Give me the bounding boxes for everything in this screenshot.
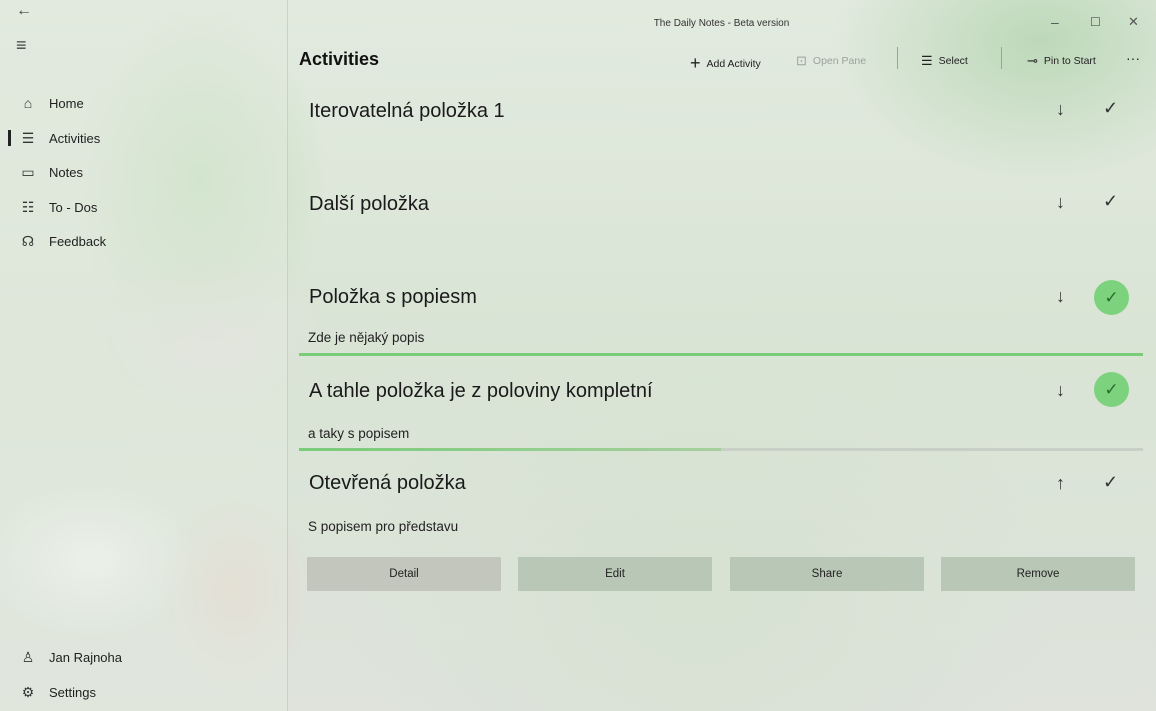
sidebar-item-settings[interactable]: ⚙ Settings <box>0 675 287 709</box>
minimize-button[interactable]: – <box>1051 14 1059 30</box>
expand-arrow-icon[interactable]: ↓ <box>1056 99 1065 120</box>
select-button[interactable]: ☰ Select <box>921 53 968 69</box>
pin-icon: ⊸ <box>1027 53 1038 68</box>
maximize-button[interactable]: ☐ <box>1090 15 1101 29</box>
sidebar-item-label: Settings <box>49 684 96 700</box>
activity-title: Položka s popiesm <box>309 286 477 308</box>
share-button[interactable]: Share <box>730 557 924 591</box>
person-icon: ♙ <box>21 648 35 665</box>
expand-arrow-icon[interactable]: ↓ <box>1056 192 1065 213</box>
activity-description: Zde je nějaký popis <box>308 330 425 345</box>
activity-title: Iterovatelná položka 1 <box>309 100 505 122</box>
add-activity-button[interactable]: + Add Activity <box>690 53 761 74</box>
sidebar-item-label: Feedback <box>49 233 107 249</box>
sidebar-item-label: Notes <box>49 164 83 180</box>
hamburger-menu-icon[interactable]: ≡ <box>16 35 27 56</box>
sidebar-item-home[interactable]: ⌂ Home <box>0 86 287 120</box>
sidebar-item-label: To - Dos <box>49 199 98 215</box>
activity-title: A tahle položka je z poloviny kompletní <box>309 380 653 402</box>
activity-progress-bar <box>299 353 1143 356</box>
complete-check-icon[interactable]: ✓ <box>1103 98 1118 119</box>
complete-check-icon[interactable]: ✓ <box>1103 191 1118 212</box>
sidebar-item-notes[interactable]: ▭ Notes <box>0 155 287 189</box>
multiselect-icon: ☰ <box>921 53 933 68</box>
gear-icon: ⚙ <box>21 683 35 700</box>
pane-icon: ⊡ <box>796 53 807 68</box>
more-options-button[interactable]: ··· <box>1126 50 1140 66</box>
list-item[interactable]: Iterovatelná položka 1 ↓ ✓ <box>299 90 1143 180</box>
completed-check-icon[interactable]: ✓ <box>1094 372 1129 407</box>
sidebar-item-account[interactable]: ♙ Jan Rajnoha <box>0 640 287 674</box>
activity-title: Otevřená položka <box>309 472 466 494</box>
activity-title: Další položka <box>309 193 430 215</box>
page-title: Activities <box>299 49 380 69</box>
feedback-icon: ☊ <box>21 232 35 249</box>
list-item[interactable]: A tahle položka je z poloviny kompletní … <box>299 370 1143 452</box>
plus-icon: + <box>690 53 701 73</box>
pin-to-start-label: Pin to Start <box>1043 55 1096 67</box>
checklist-icon: ☰ <box>21 129 35 146</box>
pin-to-start-button[interactable]: ⊸ Pin to Start <box>1027 53 1096 69</box>
sidebar-item-label: Activities <box>49 130 101 146</box>
sidebar-item-feedback[interactable]: ☊ Feedback <box>0 224 287 258</box>
title-bar: The Daily Notes - Beta version <box>287 0 1156 44</box>
command-separator <box>897 47 898 69</box>
navigation-pane: ← ≡ ⌂ Home ☰ Activities ▭ Notes ☷ To - D… <box>0 0 288 711</box>
command-separator <box>1001 47 1002 69</box>
open-pane-button[interactable]: ⊡ Open Pane <box>796 53 866 69</box>
detail-button[interactable]: Detail <box>307 557 501 591</box>
sidebar-item-label: Jan Rajnoha <box>49 649 122 665</box>
completed-check-icon[interactable]: ✓ <box>1094 280 1129 315</box>
sidebar-item-activities[interactable]: ☰ Activities <box>0 121 287 155</box>
comment-icon: ▭ <box>21 163 35 180</box>
activity-progress-bar <box>299 448 721 451</box>
remove-button[interactable]: Remove <box>941 557 1135 591</box>
list-icon: ☷ <box>21 198 35 215</box>
app-title: The Daily Notes - Beta version <box>653 18 790 29</box>
sidebar-item-label: Home <box>49 95 84 111</box>
complete-check-icon[interactable]: ✓ <box>1103 472 1118 493</box>
activity-description: a taky s popisem <box>308 426 410 441</box>
list-item[interactable]: Další položka ↓ ✓ <box>299 185 1143 275</box>
list-item[interactable]: Položka s popiesm ↓ ✓ Zde je nějaký popi… <box>299 276 1143 358</box>
close-button[interactable]: ✕ <box>1128 14 1139 30</box>
collapse-arrow-icon[interactable]: ↑ <box>1056 473 1065 494</box>
open-pane-label: Open Pane <box>812 55 867 67</box>
expand-arrow-icon[interactable]: ↓ <box>1056 286 1065 307</box>
back-icon[interactable]: ← <box>16 2 32 20</box>
expand-arrow-icon[interactable]: ↓ <box>1056 380 1065 401</box>
activity-description: S popisem pro představu <box>308 519 459 534</box>
add-activity-label: Add Activity <box>706 57 761 70</box>
sidebar-item-todos[interactable]: ☷ To - Dos <box>0 190 287 224</box>
edit-button[interactable]: Edit <box>518 557 712 591</box>
home-icon: ⌂ <box>23 95 33 111</box>
select-label: Select <box>938 55 968 67</box>
